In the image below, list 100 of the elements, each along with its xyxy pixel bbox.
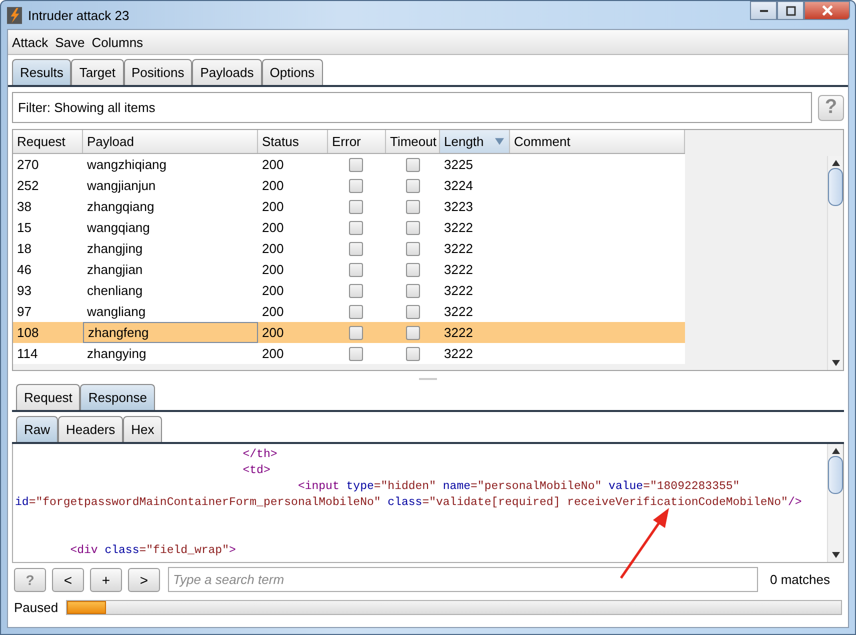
checkbox[interactable] xyxy=(349,346,363,360)
checkbox[interactable] xyxy=(406,326,420,340)
tab[interactable]: Hex xyxy=(123,416,162,442)
table-cell-text: wangzhiqiang xyxy=(86,156,168,174)
tab[interactable]: Payloads xyxy=(192,59,262,85)
menu-item[interactable]: Attack xyxy=(12,34,48,50)
column-header[interactable]: Payload xyxy=(83,130,258,153)
next-button[interactable]: > xyxy=(128,568,160,592)
checkbox[interactable] xyxy=(349,200,363,214)
maximize-icon xyxy=(786,6,796,16)
table-cell-text: zhangqiang xyxy=(86,198,156,216)
checkbox[interactable] xyxy=(406,304,420,318)
table-cell-text: 108 xyxy=(16,324,40,342)
table-cell: zhangfeng xyxy=(83,322,258,343)
table-cell-text: 3222 xyxy=(443,324,474,342)
table-row[interactable]: 15 wangqiang 200 3222 xyxy=(13,217,685,238)
table-cell-text: 270 xyxy=(16,156,40,174)
scroll-down-icon[interactable] xyxy=(832,360,840,366)
table-cell-text: 200 xyxy=(261,219,285,237)
checkbox[interactable] xyxy=(406,346,420,360)
filter-bar[interactable]: Filter: Showing all items xyxy=(12,92,812,123)
scroll-up-icon[interactable] xyxy=(832,160,840,166)
table-row[interactable]: 93 chenliang 200 3222 xyxy=(13,280,685,301)
tab[interactable]: Target xyxy=(71,59,124,85)
column-header[interactable]: Comment xyxy=(510,130,685,153)
code-line: <input type="hidden" name="personalMobileNo" value="18092283355" xyxy=(296,479,740,495)
scrollbar[interactable] xyxy=(827,156,843,370)
table-cell-text: zhangjing xyxy=(86,240,144,258)
checkbox[interactable] xyxy=(349,284,363,298)
previous-button[interactable]: < xyxy=(52,568,84,592)
table-cell-text: 200 xyxy=(261,345,285,363)
table-cell-text: 114 xyxy=(16,345,39,363)
checkbox[interactable] xyxy=(406,262,420,276)
table-row[interactable]: 97 wangliang 200 3222 xyxy=(13,301,685,322)
table-cell-text: 3225 xyxy=(443,156,474,174)
tab[interactable]: Results xyxy=(12,59,72,85)
column-header[interactable]: Status xyxy=(258,130,328,153)
table-row[interactable]: 114 zhangying 200 3222 xyxy=(13,343,685,364)
window-title: Intruder attack 23 xyxy=(28,8,130,22)
table-cell-text: 15 xyxy=(16,219,32,237)
add-button[interactable]: + xyxy=(90,568,122,592)
table-cell-text: 200 xyxy=(261,177,285,195)
code-line: <div class="field_wrap"> xyxy=(69,543,236,559)
close-icon xyxy=(822,5,832,16)
sort-descending-icon xyxy=(495,138,504,145)
table-cell-text: 200 xyxy=(261,156,285,174)
table-cell-text: 3222 xyxy=(443,219,474,237)
column-header[interactable]: Length xyxy=(440,130,510,153)
checkbox[interactable] xyxy=(406,200,420,214)
checkbox[interactable] xyxy=(406,220,420,234)
scroll-thumb[interactable] xyxy=(828,168,843,206)
checkbox[interactable] xyxy=(349,304,363,318)
scroll-down-icon[interactable] xyxy=(832,552,840,558)
tab[interactable]: Raw xyxy=(16,416,58,442)
table-row[interactable]: 46 zhangjian 200 3222 xyxy=(13,259,685,280)
minimize-button[interactable] xyxy=(750,1,777,20)
table-row[interactable]: 270 wangzhiqiang 200 3225 xyxy=(13,154,685,175)
table-row[interactable]: 108 zhangfeng 200 3222 xyxy=(13,322,685,343)
table-cell-text: 200 xyxy=(261,303,285,321)
maximize-button[interactable] xyxy=(777,1,804,20)
table-row[interactable]: 252 wangjianjun 200 3224 xyxy=(13,175,685,196)
table-cell-text: 3224 xyxy=(443,177,474,195)
tab[interactable]: Options xyxy=(262,59,323,85)
table-cell-text: 3222 xyxy=(443,303,474,321)
table-cell-text: 93 xyxy=(16,282,32,300)
checkbox[interactable] xyxy=(349,220,363,234)
search-field[interactable]: Type a search term xyxy=(168,567,758,592)
checkbox[interactable] xyxy=(406,284,420,298)
checkbox[interactable] xyxy=(349,178,363,192)
table-cell-text: 3222 xyxy=(443,240,474,258)
lightning-icon xyxy=(7,6,22,24)
checkbox[interactable] xyxy=(406,178,420,192)
checkbox[interactable] xyxy=(349,326,363,340)
column-header[interactable]: Request xyxy=(13,130,83,153)
menu-item[interactable]: Save xyxy=(55,34,85,50)
checkbox[interactable] xyxy=(349,262,363,276)
table-cell-text: wangliang xyxy=(86,303,147,321)
table-row[interactable]: 38 zhangqiang 200 3223 xyxy=(13,196,685,217)
table-cell-text: 3223 xyxy=(443,198,474,216)
scroll-thumb[interactable] xyxy=(828,456,843,494)
match-count: 0 matches xyxy=(770,572,830,587)
menu-item[interactable]: Columns xyxy=(92,34,144,50)
column-header[interactable]: Error xyxy=(328,130,386,153)
table-row[interactable]: 18 zhangjing 200 3222 xyxy=(13,238,685,259)
table-cell-text: 200 xyxy=(261,198,285,216)
checkbox[interactable] xyxy=(349,158,363,172)
tab[interactable]: Request xyxy=(16,384,80,410)
tab[interactable]: Positions xyxy=(124,59,192,85)
table-cell-text: 46 xyxy=(16,261,32,279)
tab[interactable]: Headers xyxy=(58,416,124,442)
checkbox[interactable] xyxy=(406,242,420,256)
table-cell-text: 200 xyxy=(261,324,285,342)
table-cell-text: 3222 xyxy=(443,345,474,363)
table-cell-text: 3222 xyxy=(443,261,474,279)
scroll-up-icon[interactable] xyxy=(832,448,840,454)
scrollbar[interactable] xyxy=(827,444,843,562)
tab[interactable]: Response xyxy=(80,384,155,410)
checkbox[interactable] xyxy=(406,158,420,172)
checkbox[interactable] xyxy=(349,242,363,256)
close-button[interactable] xyxy=(804,1,850,20)
